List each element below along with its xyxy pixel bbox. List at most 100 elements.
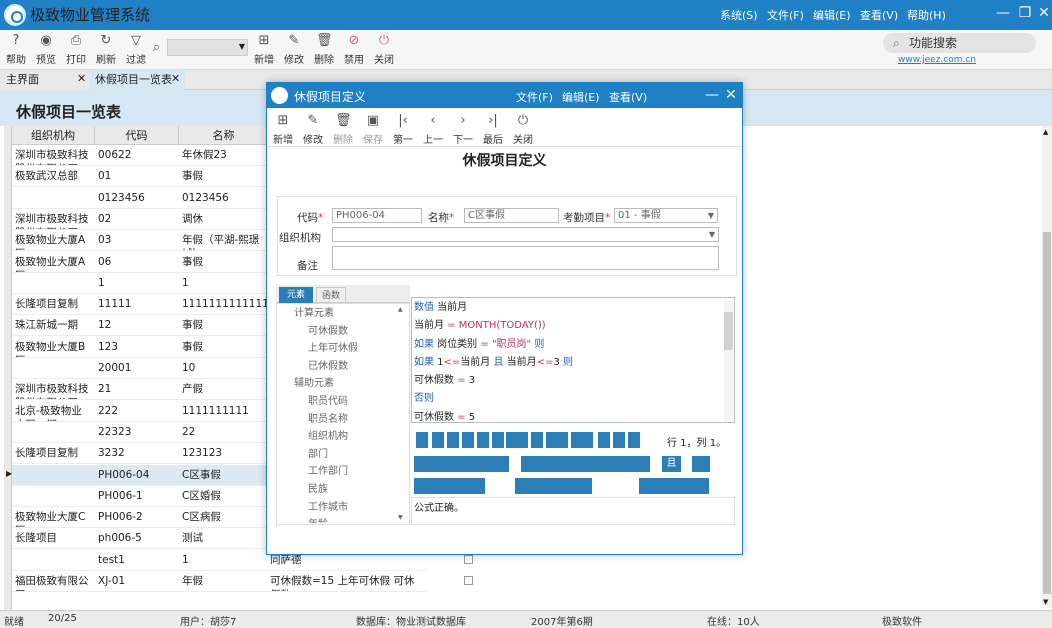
table-cell[interactable]: 222 xyxy=(95,401,179,422)
dialog-delete-button[interactable]: 🗑 删除 xyxy=(330,113,356,146)
print-button[interactable]: ⎙ 打印 xyxy=(62,33,90,66)
dialog-close-icon[interactable]: ✕ xyxy=(722,86,740,104)
scroll-up-icon[interactable]: ▲ xyxy=(1043,128,1048,136)
dialog-first-button[interactable]: |‹ 第一 xyxy=(390,113,416,146)
table-cell[interactable]: 年休假23 xyxy=(179,145,269,166)
formula-line[interactable]: 如果 岗位类别 = "职员岗" 则 xyxy=(414,336,722,354)
table-cell[interactable]: ph006-5 xyxy=(95,528,179,550)
tree-scroll-up-icon[interactable]: ▲ xyxy=(398,306,403,313)
tree-item[interactable]: 职员名称 xyxy=(280,411,398,429)
tree-item[interactable]: 部门 xyxy=(280,446,398,464)
dialog-menu-edit[interactable]: 编辑(E) xyxy=(562,89,600,105)
tree-item[interactable]: 工作部门 xyxy=(280,463,398,481)
table-cell[interactable]: 03 xyxy=(95,230,179,252)
menu-file[interactable]: 文件(F) xyxy=(767,7,804,23)
table-cell[interactable]: 事假 xyxy=(179,337,269,358)
table-cell[interactable]: 长隆项目复制 xyxy=(12,294,95,316)
row-checkbox[interactable] xyxy=(464,576,473,585)
name-field[interactable]: C区事假 xyxy=(464,208,559,223)
tree-item[interactable]: 年龄 xyxy=(280,516,398,523)
table-cell[interactable]: C区病假 xyxy=(179,507,269,529)
formula-line[interactable]: 数值 当前月 xyxy=(414,299,722,317)
insert-element-button[interactable] xyxy=(521,456,650,472)
table-cell[interactable]: 1 xyxy=(179,273,269,294)
table-cell[interactable]: 产假 xyxy=(179,379,269,401)
filter-combo[interactable]: ▼ xyxy=(167,39,248,56)
insert-element-button[interactable] xyxy=(414,478,485,494)
table-cell[interactable]: 极致物业大厦A区 xyxy=(12,230,95,252)
table-cell[interactable]: 02 xyxy=(95,209,179,230)
table-cell[interactable]: 123123 xyxy=(179,443,269,465)
table-cell[interactable]: 01 xyxy=(95,166,179,188)
column-header[interactable]: 名称 xyxy=(179,126,269,145)
formula-scroll-thumb[interactable] xyxy=(724,312,733,350)
keypad-button[interactable] xyxy=(546,432,568,448)
dialog-minimize-icon[interactable]: — xyxy=(703,86,721,104)
table-cell[interactable]: 深圳市极致科技股份有限公司 xyxy=(12,209,95,230)
table-cell[interactable]: 20001 xyxy=(95,358,179,379)
table-cell[interactable]: 可休假数=15 上年可休假 可休假数 xyxy=(267,571,427,592)
table-cell[interactable] xyxy=(12,486,95,507)
help-button[interactable]: ? 帮助 xyxy=(2,33,30,66)
dialog-prev-button[interactable]: ‹ 上一 xyxy=(420,113,446,146)
table-cell[interactable]: 调休 xyxy=(179,209,269,230)
close-tab-icon[interactable]: ✕ xyxy=(77,72,86,85)
table-cell[interactable]: 极致武汉总部 xyxy=(12,166,95,188)
table-cell[interactable]: 极致物业大厦B区 xyxy=(12,337,95,358)
keypad-button[interactable] xyxy=(531,432,543,448)
table-cell[interactable]: 长隆项目复制 xyxy=(12,443,95,465)
tree-item[interactable]: 民族 xyxy=(280,481,398,499)
formula-line[interactable]: 可休假数 = 3 xyxy=(414,372,722,390)
table-cell[interactable]: 00622 xyxy=(95,145,179,166)
insert-element-button[interactable] xyxy=(515,478,592,494)
column-header[interactable]: 代码 xyxy=(95,126,179,145)
table-cell[interactable]: C区婚假 xyxy=(179,486,269,507)
formula-line[interactable]: 如果 1<=当前月 且 当前月<=3 则 xyxy=(414,354,722,372)
table-cell[interactable]: PH006-2 xyxy=(95,507,179,529)
minimize-icon[interactable]: — xyxy=(994,4,1012,22)
keypad-button[interactable] xyxy=(477,432,489,448)
menu-view[interactable]: 查看(V) xyxy=(860,7,898,23)
insert-element-button[interactable] xyxy=(414,456,509,472)
formula-text[interactable]: 数值 当前月 当前月 = MONTH(TODAY()) 如果 岗位类别 = "职员岗… xyxy=(414,299,722,421)
keypad-button[interactable] xyxy=(416,432,428,448)
keypad-button[interactable] xyxy=(447,432,459,448)
formula-line[interactable]: 当前月 = MONTH(TODAY()) xyxy=(414,317,722,335)
table-cell[interactable]: 06 xyxy=(95,252,179,273)
keypad-button[interactable] xyxy=(628,432,640,448)
table-cell[interactable]: 22 xyxy=(179,422,269,443)
tree-item[interactable]: 上年可休假 xyxy=(280,340,398,358)
keypad-button[interactable] xyxy=(571,432,593,448)
table-cell[interactable]: test1 xyxy=(95,550,179,571)
tree-scroll-down-icon[interactable]: ▼ xyxy=(398,514,403,521)
table-cell[interactable]: 极致物业大厦A区 xyxy=(12,252,95,273)
keypad-button[interactable] xyxy=(432,432,444,448)
tree-item[interactable]: 组织机构 xyxy=(280,428,398,446)
close-icon[interactable]: ✕ xyxy=(1035,4,1052,22)
table-cell[interactable] xyxy=(12,422,95,443)
dialog-last-button[interactable]: ›| 最后 xyxy=(480,113,506,146)
dialog-edit-button[interactable]: ✎ 修改 xyxy=(300,113,326,146)
function-search-input[interactable]: 功能搜索 xyxy=(883,33,1036,53)
table-cell[interactable]: 长隆项目 xyxy=(12,528,95,550)
table-cell[interactable]: XJ-01 xyxy=(95,571,179,592)
scrollbar-thumb[interactable] xyxy=(1043,232,1051,594)
and-button[interactable]: 且 xyxy=(662,456,681,472)
column-header[interactable]: 组织机构 xyxy=(12,126,95,145)
formula-line[interactable]: 可休假数 = 5 xyxy=(414,409,722,421)
org-select[interactable]: ▼ xyxy=(332,227,719,242)
attendance-select[interactable]: 01 - 事假 ▼ xyxy=(614,208,718,223)
table-cell[interactable]: 年假 xyxy=(179,571,269,592)
table-cell[interactable]: 测试 xyxy=(179,528,269,550)
menu-help[interactable]: 帮助(H) xyxy=(907,7,946,23)
table-cell[interactable] xyxy=(12,188,95,209)
table-cell[interactable]: 11111 xyxy=(95,294,179,316)
row-checkbox[interactable] xyxy=(464,554,473,564)
delete-button[interactable]: 🗑 删除 xyxy=(310,33,338,66)
table-cell[interactable]: 福田极致有限公司 xyxy=(12,571,95,592)
table-cell[interactable]: 21 xyxy=(95,379,179,401)
table-cell[interactable]: 1 xyxy=(179,550,269,571)
tab-elements[interactable]: 元素 xyxy=(279,287,313,303)
refresh-button[interactable]: ↻ 刷新 xyxy=(92,33,120,66)
table-cell[interactable] xyxy=(12,358,95,379)
